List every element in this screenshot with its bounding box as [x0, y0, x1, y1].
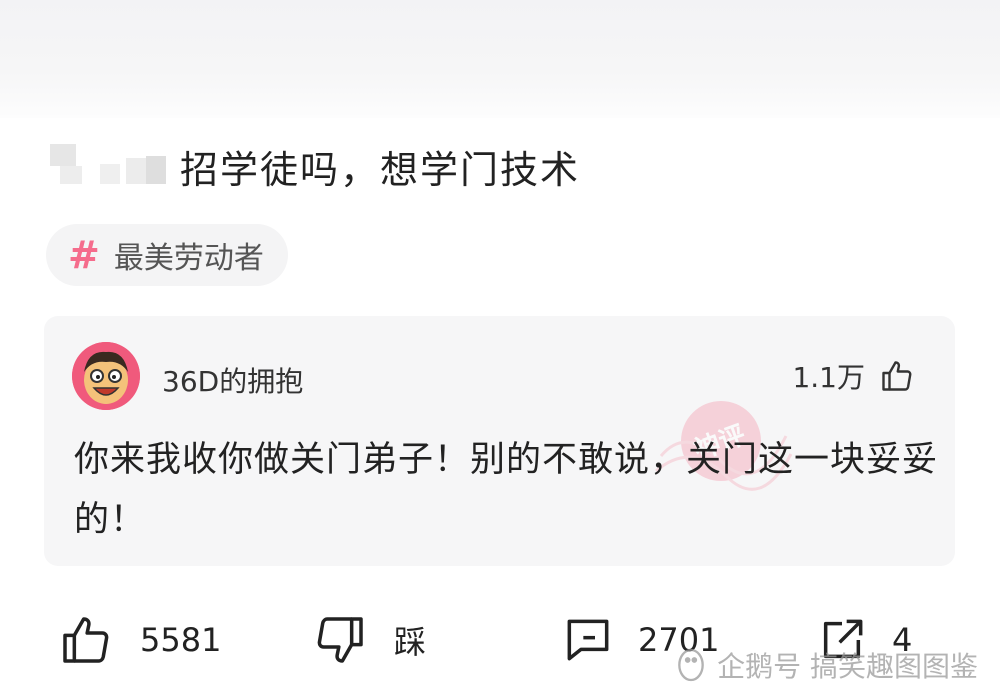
- comment-username[interactable]: 36D的拥抱: [162, 360, 303, 400]
- like-count: 5581: [140, 621, 222, 659]
- comment-icon: [567, 619, 609, 661]
- topic-tag[interactable]: # 最美劳动者: [46, 224, 288, 286]
- hashtag-icon: #: [68, 233, 100, 277]
- dislike-label: 踩: [394, 623, 427, 661]
- top-comment-card: 36D的拥抱 神评 1.1万 你来我收你做关门弟子！别的不敢说，关门这一块妥妥的…: [44, 316, 955, 566]
- thumbs-down-icon: [317, 617, 363, 663]
- censored-text-mosaic: [50, 144, 170, 188]
- dislike-button[interactable]: 踩: [312, 600, 426, 680]
- thumbs-up-icon: [63, 617, 109, 663]
- comment-text: 你来我收你做关门弟子！别的不敢说，关门这一块妥妥的！: [74, 440, 939, 540]
- post-title: 招学徒吗，想学门技术: [50, 138, 580, 194]
- watermark: 企鹅号 搞笑趣图图鉴: [671, 645, 978, 685]
- penguin-icon: [678, 648, 704, 682]
- comment-like-count: 1.1万: [792, 361, 865, 394]
- topic-tag-label: 最美劳动者: [113, 241, 264, 276]
- comment-like-button[interactable]: 1.1万: [792, 356, 915, 396]
- blurred-header-area: [0, 0, 1000, 118]
- avatar[interactable]: [72, 342, 140, 410]
- watermark-text: 企鹅号 搞笑趣图图鉴: [717, 650, 978, 683]
- like-button[interactable]: 5581: [58, 600, 221, 680]
- post-title-text: 招学徒吗，想学门技术: [180, 147, 581, 192]
- thumbs-up-icon: [882, 361, 912, 391]
